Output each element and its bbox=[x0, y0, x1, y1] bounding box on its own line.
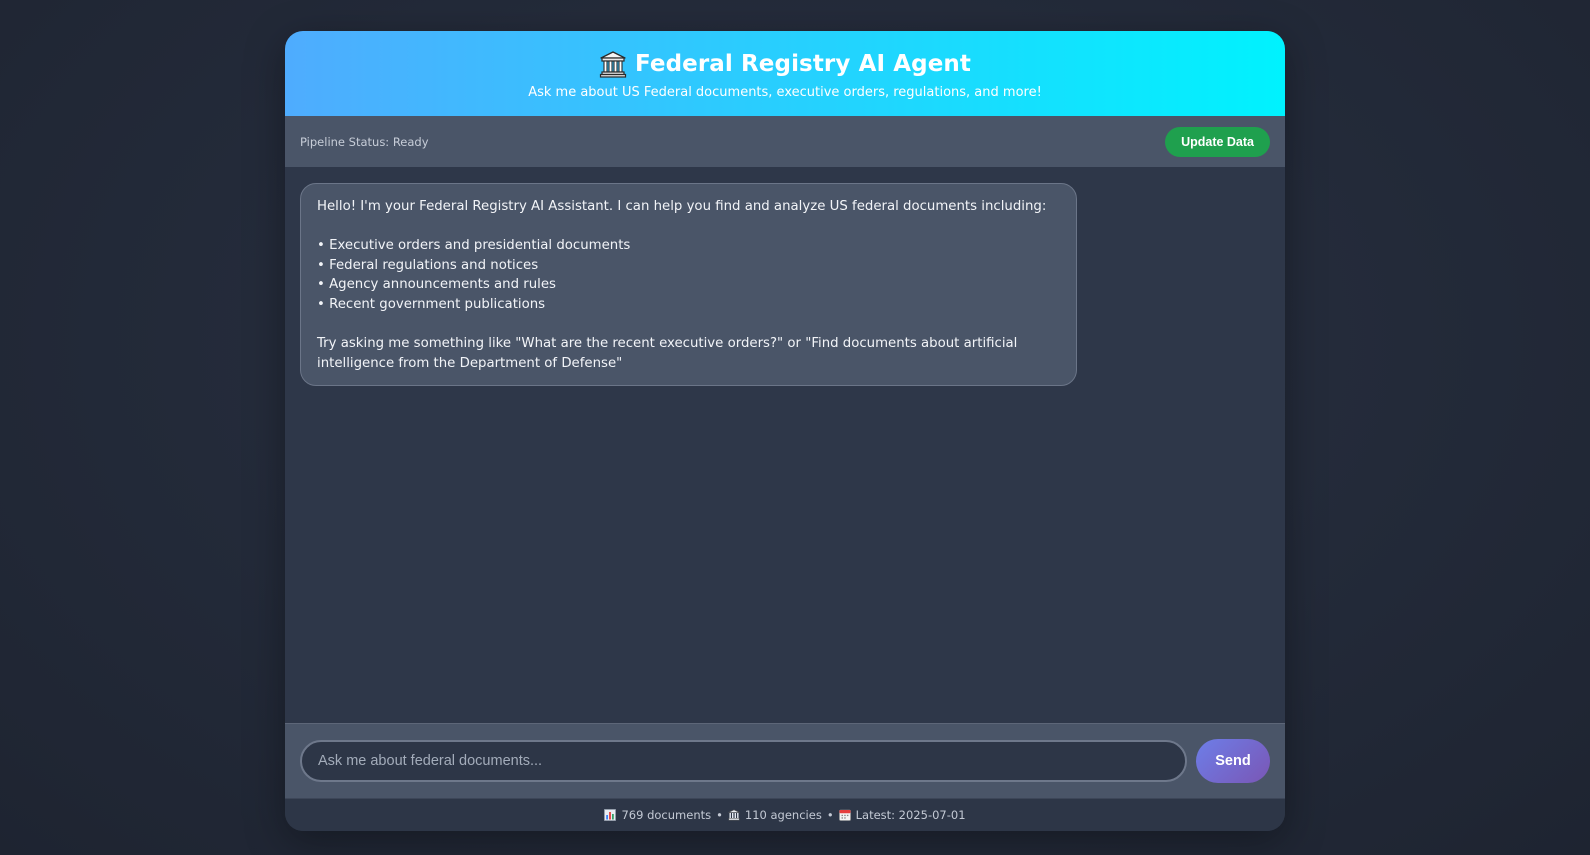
message-intro: Hello! I'm your Federal Registry AI Assi… bbox=[317, 199, 1047, 214]
list-item: • Executive orders and presidential docu… bbox=[317, 238, 631, 254]
documents-stat: 769 documents bbox=[604, 808, 711, 822]
calendar-icon bbox=[838, 809, 851, 821]
pipeline-status-text: Pipeline Status: Ready bbox=[300, 134, 429, 149]
chat-messages: Hello! I'm your Federal Registry AI Assi… bbox=[285, 167, 1285, 723]
send-button[interactable]: Send bbox=[1196, 739, 1270, 783]
app-header: Federal Registry AI Agent Ask me about U… bbox=[285, 31, 1285, 116]
documents-count: 769 documents bbox=[621, 808, 712, 822]
message-input[interactable] bbox=[300, 740, 1187, 782]
update-data-button[interactable]: Update Data bbox=[1165, 126, 1270, 157]
title-row: Federal Registry AI Agent bbox=[599, 47, 971, 81]
latest-stat: Latest: 2025-07-01 bbox=[838, 808, 966, 822]
latest-date: Latest: 2025-07-01 bbox=[855, 808, 966, 822]
bar-chart-icon bbox=[604, 809, 617, 821]
message-outro: Try asking me something like "What are t… bbox=[317, 336, 1018, 371]
agencies-count: 110 agencies bbox=[744, 808, 822, 822]
classical-building-icon bbox=[599, 51, 627, 78]
capability-list: • Executive orders and presidential docu… bbox=[317, 236, 1060, 314]
status-bar: Pipeline Status: Ready Update Data bbox=[285, 116, 1285, 167]
separator: • bbox=[716, 808, 723, 822]
message-composer: Send bbox=[285, 723, 1285, 798]
separator: • bbox=[826, 808, 834, 822]
classical-building-icon bbox=[728, 809, 740, 821]
list-item: • Agency announcements and rules bbox=[317, 277, 556, 293]
chat-app-window: Federal Registry AI Agent Ask me about U… bbox=[285, 31, 1285, 831]
list-item: • Recent government publications bbox=[317, 296, 546, 312]
stats-footer: 769 documents • 110 agencies • Latest: 2… bbox=[285, 798, 1285, 831]
agencies-stat: 110 agencies bbox=[728, 808, 822, 822]
app-subtitle: Ask me about US Federal documents, execu… bbox=[528, 85, 1042, 100]
app-title: Federal Registry AI Agent bbox=[635, 51, 971, 77]
assistant-message: Hello! I'm your Federal Registry AI Assi… bbox=[300, 183, 1077, 387]
list-item: • Federal regulations and notices bbox=[317, 257, 539, 273]
